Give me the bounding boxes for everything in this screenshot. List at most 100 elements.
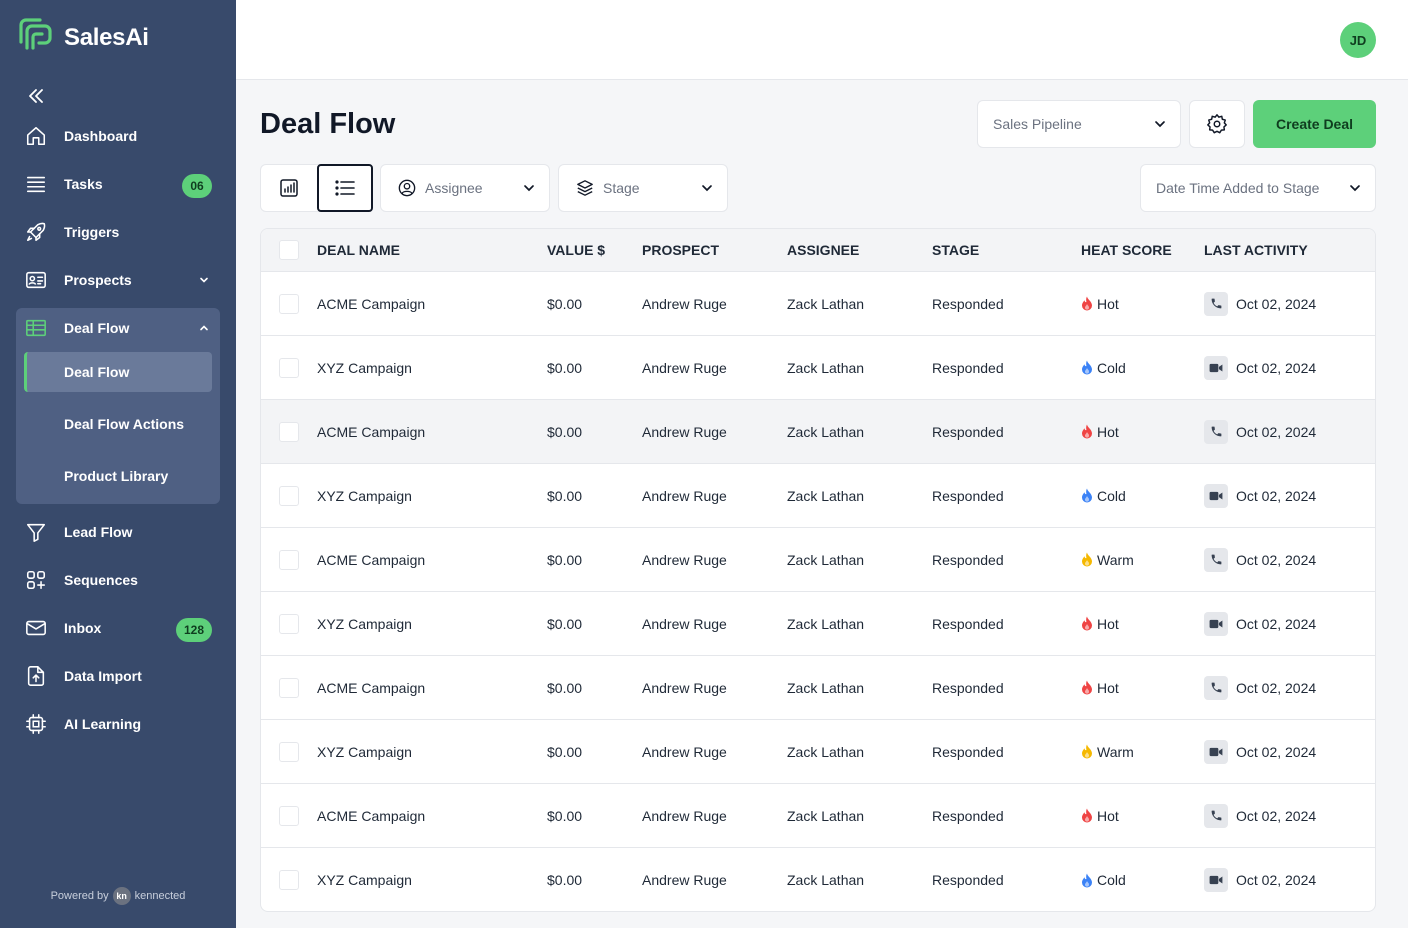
deal-name-cell[interactable]: ACME Campaign — [317, 272, 425, 335]
value-cell: $0.00 — [547, 423, 583, 440]
column-header[interactable]: STAGE — [932, 229, 979, 271]
settings-button[interactable] — [1189, 100, 1245, 148]
prospect-cell[interactable]: Andrew Ruge — [642, 464, 727, 527]
last-activity-date: Oct 02, 2024 — [1236, 807, 1317, 824]
inbox-count-badge: 128 — [175, 618, 212, 642]
prospect-cell[interactable]: Andrew Ruge — [642, 720, 727, 783]
column-header[interactable]: PROSPECT — [642, 229, 719, 271]
prospect-cell[interactable]: Andrew Ruge — [642, 272, 727, 335]
heat-score-cell: Hot — [1081, 400, 1119, 463]
avatar[interactable]: JD — [1340, 22, 1376, 58]
value-cell: $0.00 — [547, 615, 583, 632]
row-checkbox[interactable] — [279, 613, 299, 634]
row-checkbox[interactable] — [279, 549, 299, 570]
sidebar-item-data-import[interactable]: Data Import — [16, 656, 220, 696]
row-checkbox[interactable] — [279, 741, 299, 762]
chevron-down-icon — [702, 185, 712, 192]
column-header[interactable]: HEAT SCORE — [1081, 229, 1172, 271]
stage-filter[interactable]: Stage — [558, 164, 728, 212]
column-header[interactable]: ASSIGNEE — [787, 229, 859, 271]
table-row[interactable]: XYZ Campaign $0.00 Andrew Ruge Zack Lathan R… — [261, 720, 1375, 784]
row-checkbox[interactable] — [279, 357, 299, 378]
sidebar-item-dashboard[interactable]: Dashboard — [16, 116, 220, 156]
stage-cell: Responded — [932, 807, 1004, 824]
row-checkbox[interactable] — [279, 293, 299, 314]
date-added-filter[interactable]: Date Time Added to Stage — [1140, 164, 1376, 212]
row-checkbox[interactable] — [279, 421, 299, 442]
table-header: DEAL NAME VALUE $ PROSPECT ASSIGNEE STAG… — [261, 229, 1375, 272]
table-row[interactable]: ACME Campaign $0.00 Andrew Ruge Zack Lathan… — [261, 656, 1375, 720]
sidebar-item-deal-flow[interactable]: Deal Flow — [16, 308, 220, 348]
table-row[interactable]: XYZ Campaign $0.00 Andrew Ruge Zack Lathan R… — [261, 848, 1375, 911]
create-deal-button[interactable]: Create Deal — [1253, 100, 1376, 148]
view-toggle — [260, 164, 373, 212]
heat-score-label: Warm — [1097, 551, 1134, 568]
assignee-filter[interactable]: Assignee — [380, 164, 550, 212]
sidebar-item-tasks[interactable]: Tasks 06 — [16, 164, 220, 204]
sidebar-item-sequences[interactable]: Sequences — [16, 560, 220, 600]
deal-name-cell[interactable]: ACME Campaign — [317, 528, 425, 591]
table-row[interactable]: ACME Campaign $0.00 Andrew Ruge Zack Lathan… — [261, 528, 1375, 592]
sidebar-subitem-deal-flow[interactable]: Deal Flow — [24, 352, 212, 392]
powered-by-brand: kennected — [134, 890, 186, 902]
select-all-checkbox[interactable] — [279, 240, 299, 260]
collapse-sidebar-button[interactable] — [26, 86, 46, 106]
stage-cell: Responded — [932, 615, 1004, 632]
column-header[interactable]: VALUE $ — [547, 229, 605, 271]
heat-score-cell: Hot — [1081, 272, 1119, 335]
table-row[interactable]: ACME Campaign $0.00 Andrew Ruge Zack Lathan… — [261, 400, 1375, 464]
sidebar-subitem-deal-flow-actions[interactable]: Deal Flow Actions — [24, 404, 212, 444]
prospect-cell[interactable]: Andrew Ruge — [642, 400, 727, 463]
table-row[interactable]: ACME Campaign $0.00 Andrew Ruge Zack Lathan… — [261, 784, 1375, 848]
brand[interactable]: SalesAi — [18, 18, 149, 57]
prospect-cell[interactable]: Andrew Ruge — [642, 656, 727, 719]
date-added-filter-label: Date Time Added to Stage — [1156, 180, 1320, 196]
row-checkbox[interactable] — [279, 805, 299, 826]
sidebar-item-label: AI Learning — [64, 716, 142, 732]
gear-icon — [1207, 114, 1227, 134]
table-row[interactable]: XYZ Campaign $0.00 Andrew Ruge Zack Lathan R… — [261, 592, 1375, 656]
phone-icon — [1211, 554, 1221, 565]
prospect-cell[interactable]: Andrew Ruge — [642, 784, 727, 847]
sidebar-item-label: Data Import — [64, 668, 142, 684]
flame-icon — [1082, 296, 1092, 311]
table-row[interactable]: XYZ Campaign $0.00 Andrew Ruge Zack Lathan R… — [261, 464, 1375, 528]
activity-type-badge — [1204, 868, 1228, 892]
row-checkbox[interactable] — [279, 870, 299, 890]
column-header[interactable]: DEAL NAME — [317, 229, 400, 271]
deal-name-cell[interactable]: XYZ Campaign — [317, 464, 412, 527]
sidebar-item-prospects[interactable]: Prospects — [16, 260, 220, 300]
assignee-cell: Zack Lathan — [787, 807, 865, 824]
sidebar-item-lead-flow[interactable]: Lead Flow — [16, 512, 220, 552]
deal-name-cell[interactable]: ACME Campaign — [317, 400, 425, 463]
deal-name-cell[interactable]: ACME Campaign — [317, 656, 425, 719]
pipeline-select[interactable]: Sales Pipeline — [977, 100, 1181, 148]
heat-score-cell: Cold — [1081, 336, 1126, 399]
stage-cell: Responded — [932, 743, 1004, 760]
row-checkbox-cell — [279, 464, 299, 527]
prospect-cell[interactable]: Andrew Ruge — [642, 336, 727, 399]
deal-name-cell[interactable]: XYZ Campaign — [317, 336, 412, 399]
value-cell: $0.00 — [547, 807, 583, 824]
sidebar-item-triggers[interactable]: Triggers — [16, 212, 220, 252]
table-row[interactable]: ACME Campaign $0.00 Andrew Ruge Zack Lathan… — [261, 272, 1375, 336]
sidebar-subitem-product-library[interactable]: Product Library — [24, 456, 212, 496]
row-checkbox[interactable] — [279, 485, 299, 506]
activity-type-badge — [1204, 355, 1228, 380]
prospect-cell[interactable]: Andrew Ruge — [642, 592, 727, 655]
prospect-cell[interactable]: Andrew Ruge — [642, 848, 727, 911]
column-header[interactable]: LAST ACTIVITY — [1204, 229, 1308, 271]
row-checkbox[interactable] — [279, 677, 299, 698]
prospect-cell[interactable]: Andrew Ruge — [642, 528, 727, 591]
table-row[interactable]: XYZ Campaign $0.00 Andrew Ruge Zack Lathan R… — [261, 336, 1375, 400]
deal-name-cell[interactable]: XYZ Campaign — [317, 720, 412, 783]
deal-name-cell[interactable]: ACME Campaign — [317, 784, 425, 847]
deal-name-cell[interactable]: XYZ Campaign — [317, 592, 412, 655]
sidebar-item-inbox[interactable]: Inbox 128 — [16, 608, 220, 648]
row-checkbox-cell — [279, 592, 299, 655]
rocket-icon — [24, 220, 48, 244]
list-view-button[interactable] — [317, 164, 373, 212]
chart-view-button[interactable] — [261, 164, 317, 212]
sidebar-item-ai-learning[interactable]: AI Learning — [16, 704, 220, 744]
deal-name-cell[interactable]: XYZ Campaign — [317, 848, 412, 911]
